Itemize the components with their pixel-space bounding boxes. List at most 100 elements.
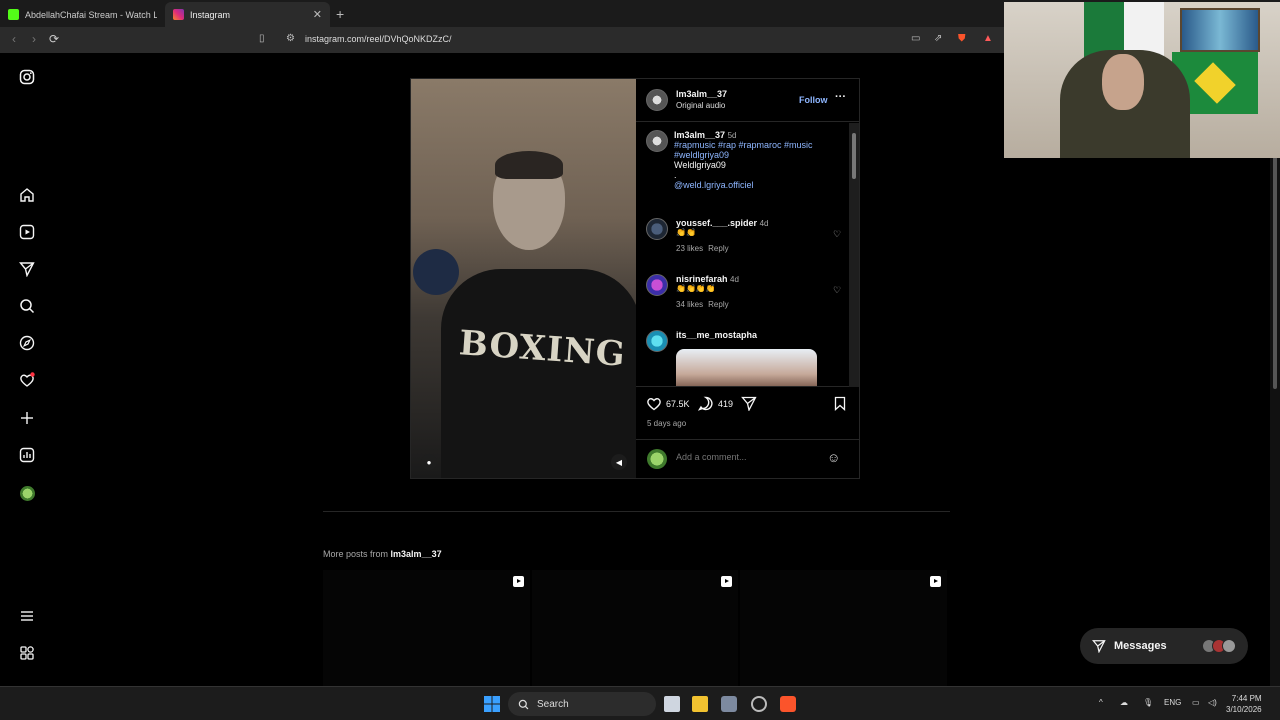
heart-icon (647, 398, 661, 411)
back-icon[interactable]: ‹ (12, 32, 16, 46)
bookmark-icon (834, 396, 846, 411)
forward-icon[interactable]: › (32, 32, 36, 46)
onedrive-icon[interactable]: ☁ (1120, 698, 1128, 707)
profile-avatar[interactable] (18, 484, 36, 502)
comment-text: 👏👏👏👏 (676, 284, 716, 293)
video-microphone (413, 249, 459, 295)
file-explorer-icon[interactable] (692, 696, 708, 712)
create-icon[interactable] (18, 409, 36, 427)
emoji-icon[interactable]: ☺ (827, 450, 840, 465)
add-comment-input[interactable] (676, 452, 816, 462)
brave-rewards-icon[interactable]: ▲ (983, 33, 993, 44)
grid-post[interactable] (531, 570, 739, 686)
wall-painting (1180, 8, 1260, 52)
caption-avatar[interactable] (646, 130, 668, 152)
site-info-icon[interactable]: ⚙ (286, 33, 295, 44)
direct-messages-icon[interactable] (18, 260, 36, 278)
grid-post[interactable] (323, 570, 530, 686)
windows-start-icon[interactable] (484, 696, 500, 712)
share-button[interactable] (741, 396, 757, 411)
caption-username[interactable]: lm3alm__37 (674, 130, 725, 140)
reel-icon (930, 576, 942, 587)
also-from-meta-icon[interactable] (18, 644, 36, 662)
home-icon[interactable] (18, 186, 36, 204)
language-indicator[interactable]: ENG (1164, 698, 1181, 707)
url-field[interactable]: instagram.com/reel/DVhQoNKDZzC/ (305, 34, 452, 44)
comment-likes[interactable]: 34 likes (676, 300, 703, 309)
brave-shields-icon[interactable]: ⛊ (958, 33, 966, 44)
tab-kick-stream[interactable]: AbdellahChafai Stream - Watch Live (0, 2, 165, 27)
menu-icon[interactable] (18, 607, 36, 625)
show-hidden-icons[interactable]: ^ (1099, 698, 1103, 707)
save-button[interactable] (834, 396, 846, 411)
more-posts-username[interactable]: lm3alm__37 (391, 549, 442, 559)
tab-title: Instagram (190, 9, 231, 20)
reels-icon[interactable] (18, 223, 36, 241)
microphone-icon[interactable]: 🎙 (1143, 698, 1153, 707)
comment-avatar[interactable] (646, 330, 668, 352)
system-clock[interactable]: 7:44 PM 3/10/2026 (1226, 693, 1262, 715)
follow-button[interactable]: Follow (799, 95, 828, 105)
reply-button[interactable]: Reply (708, 244, 728, 253)
reel-icon (512, 576, 524, 587)
comment-text: 👏👏 (676, 228, 696, 237)
like-button[interactable]: 67.5K (646, 396, 690, 411)
share-icon[interactable]: ⇗ (934, 33, 942, 44)
caption: lm3alm__37 5d #rapmusic #rap #rapmaroc #… (646, 130, 846, 210)
volume-icon[interactable]: ◀ (611, 454, 627, 470)
messages-label: Messages (1114, 640, 1167, 652)
audio-label[interactable]: Original audio (676, 101, 725, 110)
obs-icon[interactable] (751, 696, 767, 712)
my-avatar (647, 449, 667, 469)
notifications-heart-icon[interactable] (18, 371, 36, 389)
new-tab-button[interactable]: + (336, 6, 344, 22)
reel-post: BOXING ● ◀ lm3alm__37 Original audio Fol… (410, 78, 860, 479)
comment-likes[interactable]: 23 likes (676, 244, 703, 253)
caption-text: Weldlgriya09 (674, 160, 726, 170)
tab-instagram[interactable]: Instagram ✕ (165, 2, 330, 27)
comment-button[interactable]: 419 (698, 396, 733, 411)
like-comment-icon[interactable]: ♡ (833, 285, 841, 296)
caption-hashtags[interactable]: #rapmusic #rap #rapmaroc #music (674, 140, 813, 150)
messages-avatars (1202, 639, 1236, 653)
comment-username[interactable]: its__me_mostapha (676, 330, 757, 340)
reload-icon[interactable]: ⟳ (49, 32, 59, 46)
comments-scrollbar[interactable] (849, 123, 859, 387)
more-options-icon[interactable]: ··· (835, 91, 846, 103)
comment-image-attachment[interactable] (676, 349, 817, 386)
search-icon[interactable] (18, 297, 36, 315)
grid-post[interactable] (740, 570, 948, 686)
network-icon[interactable]: ▭ (1192, 698, 1200, 707)
caption-dot: . (674, 170, 677, 180)
caption-hashtag[interactable]: #weldlgriya09 (674, 150, 813, 160)
brave-browser-icon[interactable] (780, 696, 796, 712)
comment-username[interactable]: youssef.___.spider (676, 218, 757, 228)
dashboard-icon[interactable] (18, 446, 36, 464)
author-username[interactable]: lm3alm__37 (676, 89, 727, 99)
camera-app-icon[interactable] (721, 696, 737, 712)
explore-icon[interactable] (18, 334, 36, 352)
bookmark-icon[interactable]: ▯ (259, 33, 265, 44)
caption-mention[interactable]: @weld.lgriya.officiel (674, 180, 813, 190)
more-posts-grid (323, 570, 948, 686)
comment-username[interactable]: nisrinefarah (676, 274, 728, 284)
task-view-icon[interactable] (664, 696, 680, 712)
post-date: 5 days ago (647, 419, 687, 428)
close-tab-icon[interactable]: ✕ (313, 8, 322, 21)
author-avatar[interactable] (646, 89, 668, 111)
messages-button[interactable]: Messages (1080, 628, 1248, 664)
comment-avatar[interactable] (646, 218, 668, 240)
cast-icon[interactable]: ▭ (911, 33, 920, 44)
reel-side-panel: lm3alm__37 Original audio Follow ··· lm3… (636, 79, 859, 478)
like-comment-icon[interactable]: ♡ (833, 229, 841, 240)
taskbar-search[interactable]: Search (508, 692, 656, 716)
instagram-logo-icon[interactable] (18, 68, 36, 86)
reply-button[interactable]: Reply (708, 300, 728, 309)
comments-count: 419 (718, 398, 734, 409)
reel-video[interactable]: BOXING ● ◀ (411, 79, 636, 478)
comment-avatar[interactable] (646, 274, 668, 296)
volume-icon[interactable]: ◁) (1208, 698, 1217, 707)
post-header: lm3alm__37 Original audio Follow ··· (636, 79, 859, 122)
tagged-users-icon[interactable]: ● (421, 454, 437, 470)
reel-icon (721, 576, 733, 587)
